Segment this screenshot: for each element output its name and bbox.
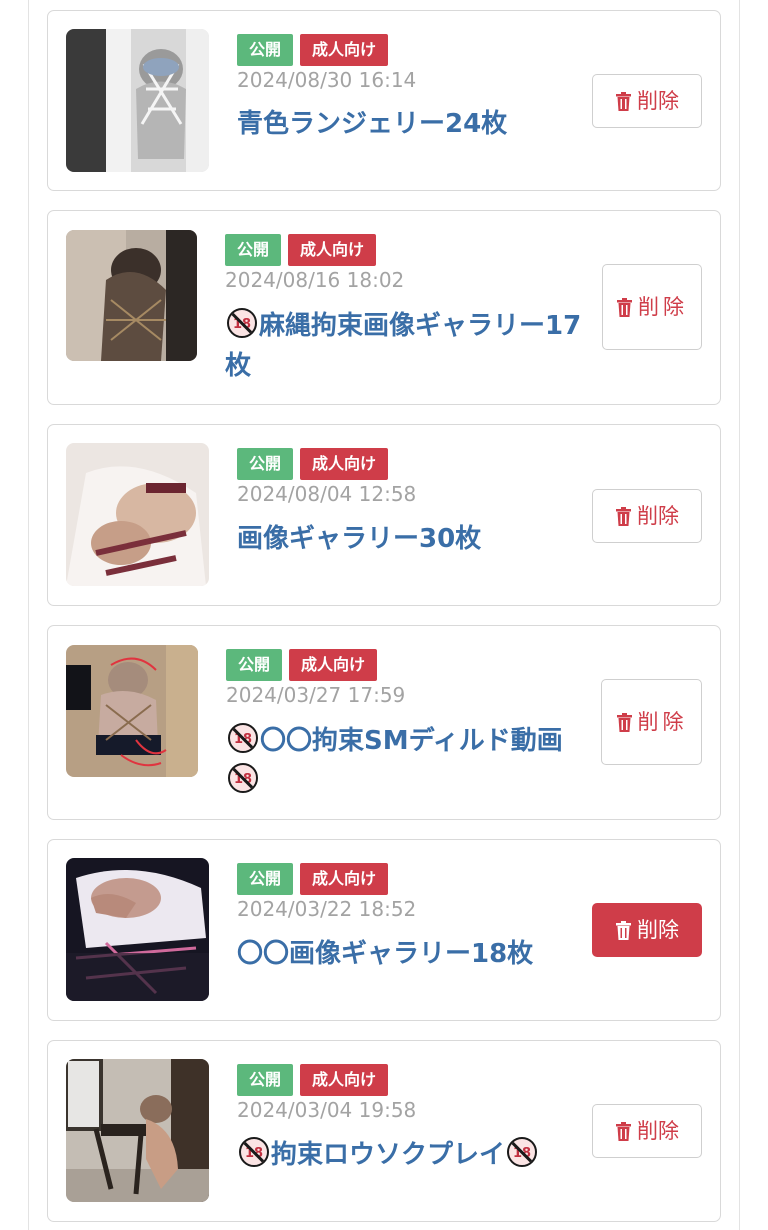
post-card: 公開 成人向け 2024/08/16 18:02 18 麻縄拘束画像ギャラリー17… bbox=[47, 210, 721, 405]
post-title[interactable]: 18 麻縄拘束画像ギャラリー17枚 bbox=[225, 306, 595, 386]
post-thumbnail[interactable] bbox=[66, 443, 209, 586]
r18-icon: 18 bbox=[228, 723, 258, 753]
post-thumbnail[interactable] bbox=[66, 29, 209, 172]
post-date: 2024/08/04 12:58 bbox=[237, 482, 417, 506]
public-badge: 公開 bbox=[237, 448, 294, 480]
r18-icon: 18 bbox=[507, 1137, 538, 1167]
delete-label: 削除 bbox=[637, 918, 679, 942]
post-date: 2024/03/27 17:59 bbox=[226, 683, 406, 707]
adult-badge: 成人向け bbox=[288, 234, 377, 266]
public-badge: 公開 bbox=[237, 863, 294, 895]
adult-badge: 成人向け bbox=[300, 1064, 389, 1096]
delete-button[interactable]: 削除 bbox=[592, 489, 702, 543]
delete-label: 削除 bbox=[637, 89, 679, 113]
trash-icon bbox=[616, 712, 633, 732]
post-title[interactable]: 青色ランジェリー24枚 bbox=[237, 104, 567, 144]
public-badge: 公開 bbox=[237, 1064, 294, 1096]
public-badge: 公開 bbox=[225, 234, 282, 266]
adult-badge: 成人向け bbox=[300, 34, 389, 66]
delete-label: 削除 bbox=[637, 1119, 679, 1143]
post-title-text: 麻縄拘束画像ギャラリー17枚 bbox=[225, 311, 582, 381]
post-title-text: 画像ギャラリー30枚 bbox=[237, 524, 482, 554]
post-thumbnail[interactable] bbox=[66, 1059, 209, 1202]
post-card: 公開 成人向け 2024/03/04 19:58 18 拘束ロウソクプレイ 18 削… bbox=[47, 1040, 721, 1222]
post-card: 公開 成人向け 2024/03/27 17:59 18 〇〇拘束SMディルド動画 1… bbox=[47, 625, 721, 820]
post-title[interactable]: 画像ギャラリー30枚 bbox=[237, 519, 567, 559]
delete-button[interactable]: 削除 bbox=[602, 264, 702, 350]
delete-button[interactable]: 削除 bbox=[592, 74, 702, 128]
post-thumbnail[interactable] bbox=[66, 858, 209, 1001]
public-badge: 公開 bbox=[237, 34, 294, 66]
post-date: 2024/08/30 16:14 bbox=[237, 68, 417, 92]
trash-icon bbox=[615, 920, 632, 940]
post-thumbnail[interactable] bbox=[66, 645, 198, 777]
adult-badge: 成人向け bbox=[300, 863, 389, 895]
post-title[interactable]: 〇〇画像ギャラリー18枚 bbox=[237, 934, 577, 974]
delete-label: 削除 bbox=[637, 504, 679, 528]
adult-badge: 成人向け bbox=[300, 448, 389, 480]
trash-icon bbox=[615, 1121, 632, 1141]
delete-button[interactable]: 削除 bbox=[592, 1104, 702, 1158]
post-title[interactable]: 18 拘束ロウソクプレイ 18 bbox=[237, 1135, 587, 1175]
trash-icon bbox=[616, 297, 633, 317]
trash-icon bbox=[615, 91, 632, 111]
post-card: 公開 成人向け 2024/08/30 16:14 青色ランジェリー24枚 削除 bbox=[47, 10, 721, 191]
r18-icon: 18 bbox=[239, 1137, 269, 1167]
post-card: 公開 成人向け 2024/03/22 18:52 〇〇画像ギャラリー18枚 削除 bbox=[47, 839, 721, 1021]
public-badge: 公開 bbox=[226, 649, 283, 681]
post-title[interactable]: 18 〇〇拘束SMディルド動画 18 bbox=[226, 721, 596, 801]
r18-icon: 18 bbox=[227, 308, 257, 338]
post-thumbnail[interactable] bbox=[66, 230, 197, 361]
post-title-text: 〇〇画像ギャラリー18枚 bbox=[237, 939, 534, 969]
delete-label: 削除 bbox=[637, 710, 688, 734]
post-card: 公開 成人向け 2024/08/04 12:58 画像ギャラリー30枚 削除 bbox=[47, 424, 721, 606]
post-date: 2024/03/04 19:58 bbox=[237, 1098, 417, 1122]
post-date: 2024/08/16 18:02 bbox=[225, 268, 405, 292]
r18-icon: 18 bbox=[228, 763, 258, 793]
post-date: 2024/03/22 18:52 bbox=[237, 897, 417, 921]
delete-button[interactable]: 削除 bbox=[601, 679, 702, 765]
delete-button[interactable]: 削除 bbox=[592, 903, 702, 957]
adult-badge: 成人向け bbox=[289, 649, 378, 681]
post-title-text: 拘束ロウソクプレイ bbox=[271, 1140, 506, 1170]
trash-icon bbox=[615, 506, 632, 526]
delete-label: 削除 bbox=[638, 295, 688, 319]
post-title-text: 青色ランジェリー24枚 bbox=[237, 109, 508, 139]
post-title-text: 〇〇拘束SMディルド動画 bbox=[260, 726, 563, 756]
